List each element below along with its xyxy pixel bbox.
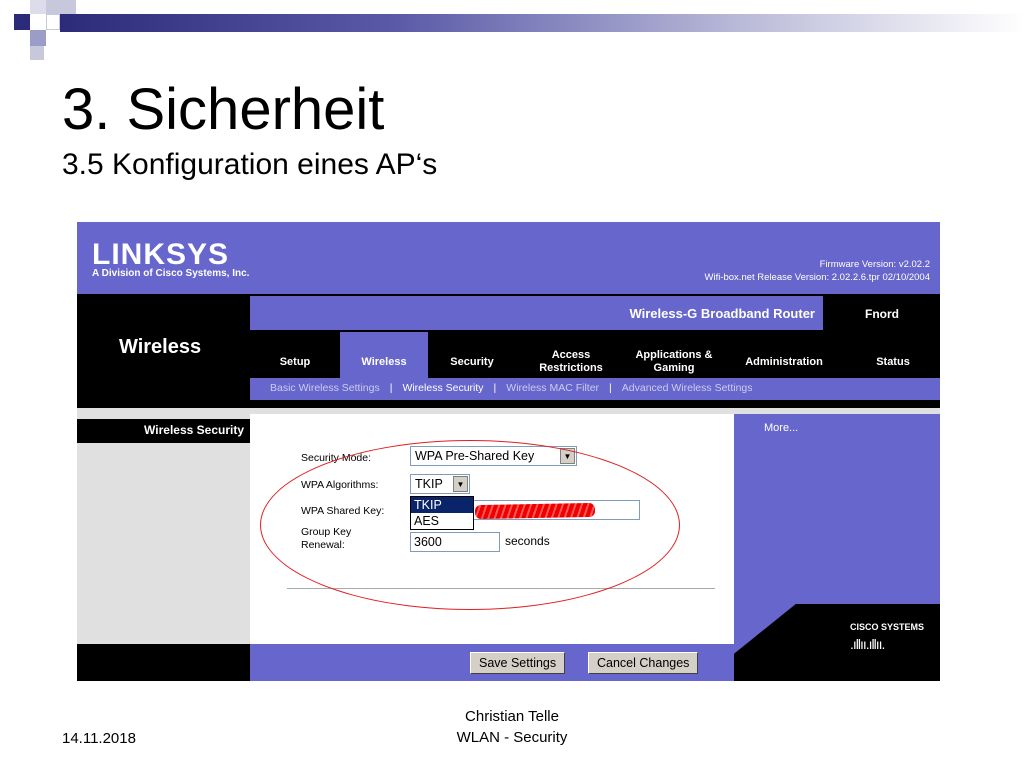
linksys-logo: LINKSYS (92, 238, 230, 271)
product-name: Wireless-G Broadband Router (629, 306, 815, 321)
router-header: LINKSYS A Division of Cisco Systems, Inc… (77, 222, 940, 294)
slide-top-bar (60, 14, 1024, 32)
slide-decor-square (30, 46, 44, 60)
footer-date: 14.11.2018 (62, 730, 136, 747)
main-tabs: Setup Wireless Security Access Restricti… (250, 332, 940, 378)
slide-decor-square (30, 30, 46, 46)
router-admin-screenshot: LINKSYS A Division of Cisco Systems, Inc… (77, 222, 940, 681)
router-name: Fnord (865, 307, 899, 321)
subnav-separator: | (493, 382, 497, 394)
logo-subtitle: A Division of Cisco Systems, Inc. (92, 268, 250, 279)
tab-status[interactable]: Status (846, 332, 940, 378)
footer-topic: WLAN - Security (456, 729, 568, 746)
cisco-corner (734, 604, 940, 681)
cancel-changes-button[interactable]: Cancel Changes (588, 652, 699, 674)
subnav-advanced-wireless[interactable]: Advanced Wireless Settings (622, 382, 753, 394)
slide-decor-square (46, 14, 60, 30)
release-version: Wifi-box.net Release Version: 2.02.2.6.t… (704, 272, 931, 283)
tab-setup[interactable]: Setup (250, 332, 340, 378)
footer-center: Christian Telle WLAN - Security (437, 706, 587, 748)
firmware-info: Firmware Version: v2.02.2 Wifi-box.net R… (705, 258, 931, 284)
subnav-wireless-security[interactable]: Wireless Security (402, 382, 483, 394)
save-settings-button[interactable]: Save Settings (470, 652, 566, 674)
footer-author: Christian Telle (465, 708, 559, 725)
subnav-separator: | (389, 382, 393, 394)
section-title: Wireless (119, 336, 202, 358)
tab-security[interactable]: Security (428, 332, 516, 378)
slide-decor-square (46, 0, 76, 14)
left-panel (77, 408, 250, 644)
tab-applications-gaming[interactable]: Applications & Gaming (626, 332, 722, 378)
slide-decor-square (30, 0, 46, 14)
button-bar: Save Settings Cancel Changes (250, 644, 734, 681)
cisco-logo: CISCO SYSTEMS (850, 622, 925, 632)
sub-navigation: Basic Wireless Settings | Wireless Securit… (250, 378, 940, 400)
help-panel: More... CISCO SYSTEMS .ıllıı.ıllıı. (734, 408, 940, 681)
wireless-security-label: Wireless Security (144, 423, 244, 437)
tab-administration[interactable]: Administration (722, 332, 846, 378)
highlight-ellipse (260, 440, 680, 610)
subnav-separator: | (609, 382, 612, 394)
tab-wireless[interactable]: Wireless (340, 332, 428, 378)
cisco-bars-icon: .ıllıı.ıllıı. (850, 636, 885, 652)
slide-subtitle: 3.5 Konfiguration eines AP‘s (62, 148, 438, 181)
slide-title: 3. Sicherheit (62, 77, 385, 142)
tab-access-restrictions[interactable]: Access Restrictions (516, 332, 626, 378)
subnav-mac-filter[interactable]: Wireless MAC Filter (506, 382, 599, 394)
slide-decor-square (14, 14, 30, 30)
firmware-version: Firmware Version: v2.02.2 (819, 259, 930, 270)
product-bar: Wireless-G Broadband Router (250, 296, 823, 330)
left-label-bar: Wireless Security (77, 419, 250, 443)
more-link[interactable]: More... (764, 422, 798, 434)
subnav-basic-wireless[interactable]: Basic Wireless Settings (270, 382, 380, 394)
